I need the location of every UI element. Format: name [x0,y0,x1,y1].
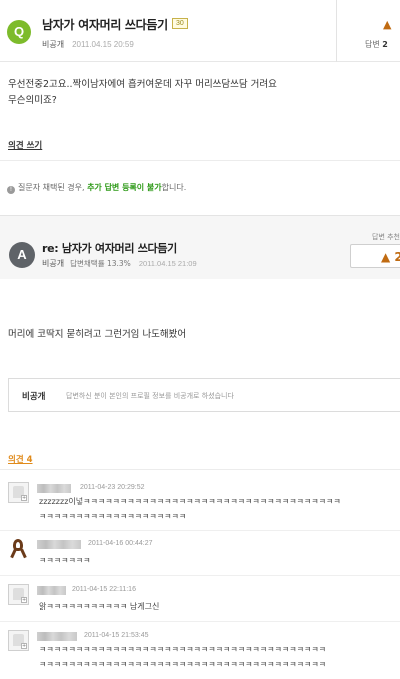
question-stats: ▲ 답변 2 [336,0,400,62]
profile-box: 비공개 답변하신 분이 본인의 프로필 정보를 비공개로 하셨습니다 [8,378,400,412]
divider [0,469,400,470]
level-badge: 30 [172,18,188,29]
blurred-username [37,632,77,641]
question-badge: Q [7,20,31,44]
blurred-username [37,484,71,493]
avatar[interactable]: + [8,482,29,503]
comment-text: ㅋㅋㅋㅋㅋㅋㅋㅋㅋㅋㅋㅋㅋㅋㅋㅋㅋㅋㅋㅋㅋㅋㅋㅋㅋㅋㅋㅋㅋㅋㅋㅋㅋㅋㅋㅋㅋㅋㅋ [39,645,327,654]
notice-prefix: 질문자 채택된 경우, [18,183,85,192]
answer-rate: 답변채택률 13.3% [70,259,131,268]
write-opinion-link[interactable]: 의견 쓰기 [8,139,42,151]
question-date: 2011.04.15 20:59 [72,40,134,49]
avatar[interactable]: + [8,630,29,651]
divider [0,621,400,622]
blurred-username [37,586,66,595]
question-body-line: 우선전중2고요..짝이남자에여 흡커여운데 자꾸 머리쓰담쓰담 거려요 [8,79,277,90]
comment-text: ㅋㅋㅋㅋㅋㅋㅋㅋㅋㅋㅋㅋㅋㅋㅋㅋㅋㅋㅋㅋㅋㅋㅋㅋㅋㅋㅋㅋㅋㅋㅋㅋㅋㅋㅋㅋㅋㅋㅋ [39,660,327,669]
answer-badge: A [9,242,35,268]
info-icon: ! [7,186,15,194]
answer-title: re: 남자가 여자머리 쓰다듬기 [42,242,177,255]
question-header: Q 남자가 여자머리 쓰다듬기 30 비공개 2011.04.15 20:59 ▲… [0,0,400,62]
avatar[interactable]: + [8,584,29,605]
profile-name: 비공개 [22,392,46,402]
notice-suffix: 합니다. [161,183,187,192]
answer-body: 머리에 코딱지 묻히려고 그런거임 나도해봤어 [8,329,187,340]
divider [0,575,400,576]
profile-desc: 답변하신 분이 본인의 프로필 정보를 비공개로 하셨습니다 [66,392,234,400]
question-body: 우선전중2고요..짝이남자에여 흡커여운데 자꾸 머리쓰담쓰담 거려요 무슨의미… [8,77,277,109]
comment-text: zzzzzzz이넣ㅋㅋㅋㅋㅋㅋㅋㅋㅋㅋㅋㅋㅋㅋㅋㅋㅋㅋㅋㅋㅋㅋㅋㅋㅋㅋㅋㅋㅋㅋㅋ… [39,497,341,506]
answer-vote-label: 답변 추천 [372,233,400,241]
thumbs-up-icon[interactable]: ▲ [383,18,391,31]
question-title[interactable]: 남자가 여자머리 쓰다듬기 [42,16,168,33]
opinions-header[interactable]: 의견 4 [8,453,33,465]
divider [0,160,400,161]
comment-text: ㅋㅋㅋㅋㅋㅋㅋㅋㅋㅋㅋㅋㅋㅋㅋㅋㅋㅋㅋㅋ [39,512,187,521]
question-meta: 비공개 2011.04.15 20:59 [42,39,134,50]
divider [0,530,400,531]
notice-highlight: 추가 답변 등록이 불가 [87,183,162,192]
answer-header: A re: 남자가 여자머리 쓰다듬기 비공개 답변채택률 13.3% 2011.0… [0,215,400,279]
comment-date: 2011-04-16 00:44:27 [88,540,153,547]
question-body-line: 무슨의미죠? [8,95,57,106]
answer-date: 2011.04.15 21:09 [138,259,197,268]
comment-date: 2011-04-23 20:29:52 [80,484,145,491]
question-author[interactable]: 비공개 [42,40,64,49]
notice-message: ! 질문자 채택된 경우, 추가 답변 등록이 불가합니다. [7,182,186,194]
answer-author[interactable]: 비공개 [42,259,64,268]
comment-text: ㅋㅋㅋㅋㅋㅋㅋ [39,556,91,565]
answers-count: 답변 2 [365,40,388,49]
ribbon-icon[interactable] [8,538,29,559]
thumbs-up-icon: ▲ 2 [381,250,400,264]
comment-text: 앍ㅋㅋㅋㅋㅋㅋㅋㅋㅋㅋㅋ 남게그신 [39,602,160,611]
comment-date: 2011-04-15 22:11:16 [72,586,136,593]
comment-date: 2011-04-15 21:53:45 [84,632,149,639]
answer-vote-button[interactable]: ▲ 2 [350,244,400,268]
blurred-username [37,540,81,549]
answer-meta: 비공개 답변채택률 13.3% 2011.04.15 21:09 [42,258,197,269]
